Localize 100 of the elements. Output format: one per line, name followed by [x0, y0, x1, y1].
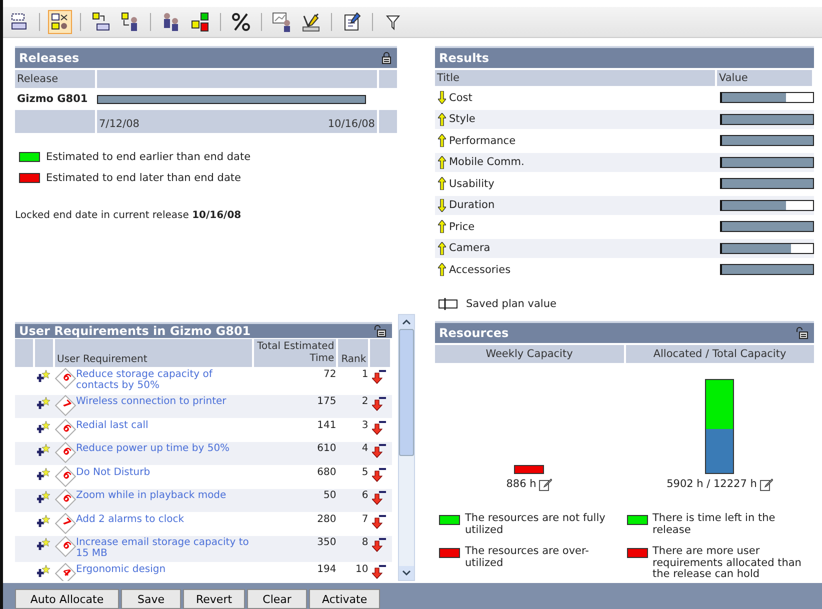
move-down-icon[interactable] — [372, 444, 388, 458]
action-button[interactable]: Revert — [183, 589, 246, 609]
add-star-icon[interactable] — [37, 420, 50, 434]
legend-label: There are more user requirements allocated than the release can hold — [652, 546, 802, 581]
requirement-link[interactable]: Increase email storage capacity to 15 MB — [76, 538, 254, 559]
up-arrow-icon — [438, 263, 446, 276]
result-title: Camera — [449, 242, 490, 254]
capacity-reading: 886 h — [506, 478, 536, 490]
edit-icon — [342, 12, 362, 32]
move-down-icon[interactable] — [372, 565, 388, 579]
table-cell: 50 — [254, 489, 338, 512]
priority-badge: 6 — [54, 465, 76, 487]
table-cell: 350 — [254, 536, 338, 562]
unlock-icon — [796, 327, 808, 340]
requirement-link[interactable]: Wireless connection to printer — [76, 397, 226, 408]
grid-icon — [50, 12, 70, 32]
action-button[interactable]: Clear — [247, 589, 308, 609]
table-cell-text: 10 — [354, 563, 370, 577]
locked-date-text: Locked end date in current release 10/16/08 — [15, 210, 242, 221]
people-icon — [161, 12, 181, 32]
table-cell: 175 — [254, 395, 338, 418]
layout-icon — [9, 12, 29, 32]
table-cell-text: 72 — [322, 368, 338, 382]
panel-title: Releases — [19, 51, 80, 65]
action-button[interactable]: Save — [121, 589, 181, 609]
capacity-reading: 5902 h / 12227 h — [666, 478, 757, 490]
up-arrow-icon — [438, 156, 446, 169]
result-title: Duration — [449, 199, 495, 212]
up-arrow-icon — [438, 220, 446, 234]
start-date: 7/12/08 — [99, 118, 140, 130]
priority-badge: 6 — [54, 368, 76, 390]
edit-icon[interactable] — [539, 478, 552, 492]
action-button[interactable]: Activate — [309, 589, 380, 609]
move-down-icon[interactable] — [372, 468, 388, 482]
move-down-icon[interactable] — [372, 514, 388, 528]
table-header — [379, 70, 397, 88]
column-header: Rank — [338, 339, 370, 367]
add-star-icon[interactable] — [37, 565, 50, 578]
result-title: Performance — [449, 134, 516, 147]
result-title: Accessories — [449, 264, 511, 276]
edit-icon[interactable] — [760, 478, 773, 492]
requirement-link[interactable]: Do Not Disturb — [76, 468, 150, 478]
move-down-icon[interactable] — [372, 420, 388, 434]
requirement-link[interactable]: Ergonomic design — [76, 565, 166, 576]
priority-badge: 7 — [54, 512, 76, 534]
down-arrow-icon — [438, 198, 446, 212]
scrollbar[interactable] — [398, 314, 415, 581]
up-arrow-icon — [438, 134, 446, 148]
requirement-link[interactable]: Zoom while in playback mode — [76, 491, 226, 502]
move-down-icon[interactable] — [372, 491, 388, 505]
add-star-icon[interactable] — [37, 397, 50, 410]
legend-label: Saved plan value — [466, 298, 556, 310]
percent-icon — [231, 12, 251, 32]
scroll-thumb[interactable] — [399, 329, 414, 456]
add-star-icon[interactable] — [37, 514, 50, 528]
column-header: Total Estimated Time — [254, 339, 338, 367]
checkmark-icon — [301, 12, 321, 32]
table-cell-text: 280 — [316, 512, 338, 526]
panel-title: User Requirements in Gizmo G801 — [19, 324, 251, 338]
table-cell-text: 680 — [316, 466, 338, 480]
add-star-icon[interactable] — [37, 491, 50, 504]
add-star-icon[interactable] — [37, 444, 50, 457]
result-title: Usability — [449, 178, 494, 190]
move-down-icon[interactable] — [372, 538, 388, 552]
add-star-icon[interactable] — [37, 370, 50, 383]
result-title: Mobile Comm. — [449, 156, 524, 168]
column-header: Allocated / Total Capacity — [626, 345, 814, 364]
table-cell-text: 1 — [360, 368, 370, 382]
move-icon — [91, 12, 111, 32]
result-title: Style — [449, 113, 476, 126]
table-cell-text: 7 — [360, 512, 370, 526]
up-arrow-icon — [438, 177, 446, 190]
move-down-icon[interactable] — [372, 397, 388, 411]
toolbar-button[interactable] — [48, 10, 72, 34]
add-star-icon[interactable] — [37, 468, 50, 480]
end-date: 10/16/08 — [328, 118, 375, 130]
requirement-link[interactable]: Reduce storage capacity of contacts by 50% — [76, 370, 254, 391]
table-header — [379, 110, 397, 133]
column-header: Weekly Capacity — [435, 345, 624, 364]
requirement-link[interactable]: Reduce power up time by 50% — [76, 444, 230, 454]
toolbar-button[interactable] — [229, 10, 253, 34]
lock-icon — [382, 52, 391, 64]
table-cell-text: 141 — [316, 418, 338, 432]
release-name: Gizmo G801 — [16, 92, 89, 107]
scroll-down-icon[interactable] — [402, 570, 412, 576]
result-title: Cost — [449, 92, 472, 104]
scroll-up-icon[interactable] — [402, 319, 412, 325]
legend-label: The resources are over-utilized — [465, 546, 590, 570]
saved-plan-icon — [438, 298, 458, 310]
move-down-icon[interactable] — [372, 370, 388, 384]
requirement-link[interactable]: Add 2 alarms to clock — [76, 514, 184, 525]
table-cell: 2 — [338, 395, 370, 418]
requirement-link[interactable]: Redial last call — [76, 420, 148, 431]
add-star-icon[interactable] — [37, 538, 50, 551]
column-header: Title — [435, 70, 717, 86]
legend-label: Estimated to end later than end date — [46, 172, 241, 184]
action-button[interactable]: Auto Allocate — [15, 589, 119, 609]
chart-icon — [272, 12, 292, 32]
table-cell-text: 3 — [360, 418, 370, 432]
squares-icon — [190, 12, 210, 32]
